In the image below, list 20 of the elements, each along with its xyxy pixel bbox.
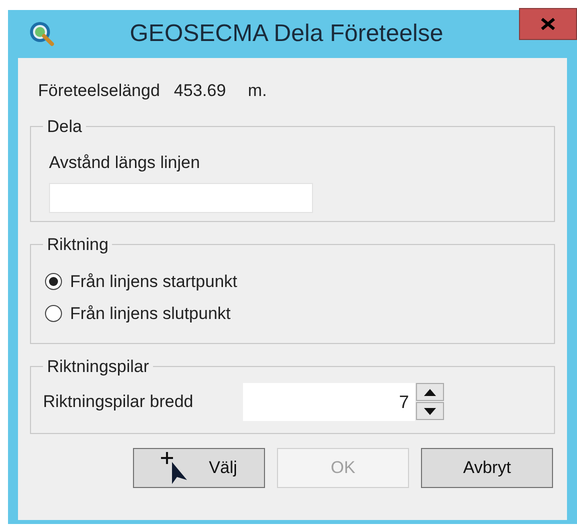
window-title: GEOSECMA Dela Företeelse <box>128 19 444 49</box>
radio-button[interactable] <box>45 305 62 322</box>
length-label: Företeelselängd <box>38 80 160 102</box>
radio-option[interactable]: Från linjens slutpunkt <box>45 298 542 330</box>
radio-option[interactable]: Från linjens startpunkt <box>45 266 542 298</box>
length-unit: m. <box>248 80 267 102</box>
width-label: Riktningspilar bredd <box>43 390 194 413</box>
close-icon <box>541 18 555 30</box>
group-title: Riktning <box>46 234 110 256</box>
dialog-button[interactable]: Avbryt <box>421 448 553 488</box>
close-button[interactable] <box>519 8 577 40</box>
pick-button[interactable]: Välj <box>133 448 265 488</box>
radio-button[interactable] <box>45 273 62 290</box>
crosshair-cursor-icon <box>160 452 189 484</box>
globe-search-icon <box>28 20 56 48</box>
group-title: Riktningspilar <box>46 356 150 378</box>
distance-label: Avstånd längs linjen <box>49 152 201 174</box>
group-title: Dela <box>46 116 83 138</box>
distance-input[interactable] <box>49 183 313 213</box>
length-value: 453.69 <box>174 80 226 102</box>
